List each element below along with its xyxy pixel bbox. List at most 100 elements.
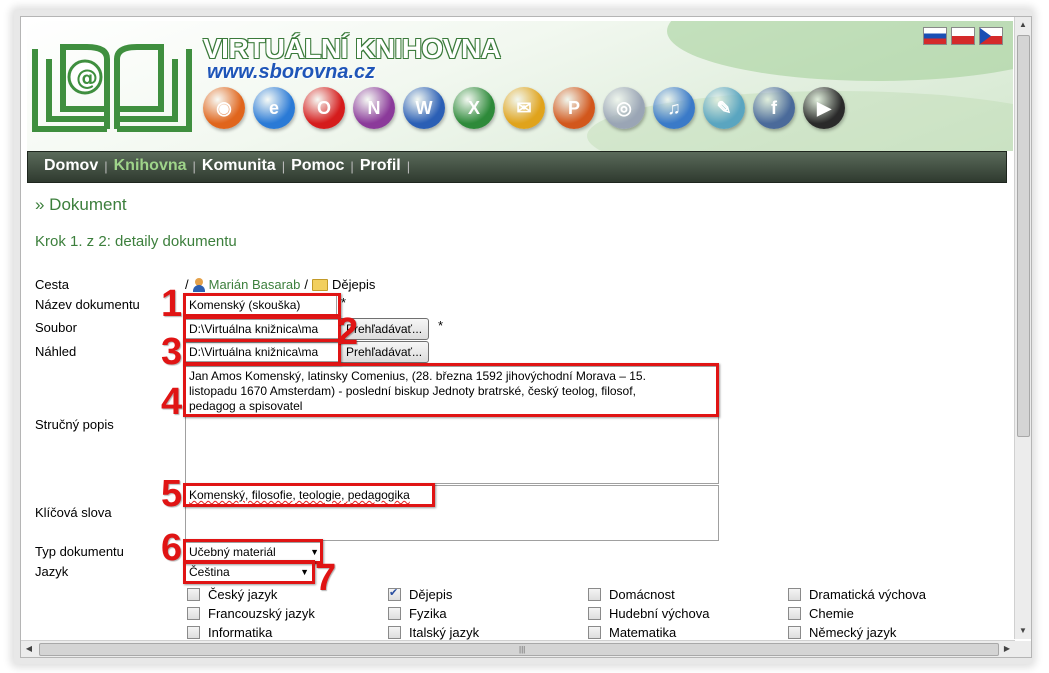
scroll-left-arrow-icon[interactable]: ◀ (21, 641, 37, 657)
annotation-box-5 (183, 483, 435, 507)
internet-explorer-icon[interactable]: e (253, 87, 295, 129)
required-marker: * (438, 318, 444, 333)
word-icon[interactable]: W (403, 87, 445, 129)
annotation-number-5: 5 (161, 473, 183, 515)
annotation-box-1 (183, 293, 341, 317)
language-flags (923, 27, 1003, 45)
nav-item-pomoc[interactable]: Pomoc (287, 157, 348, 177)
excel-icon[interactable]: X (453, 87, 495, 129)
nav-item-domov[interactable]: Domov (40, 157, 102, 177)
preview-label: Náhled (35, 344, 77, 359)
checkbox[interactable] (588, 607, 601, 620)
document-name-label: Název dokumentu (35, 297, 140, 312)
path-label: Cesta (35, 277, 69, 292)
polish-flag-icon[interactable] (951, 27, 975, 45)
checkbox[interactable] (388, 626, 401, 639)
avi-video-icon[interactable]: ▶ (803, 87, 845, 129)
subject-label: Hudební výchova (609, 606, 710, 621)
annotation-number-1: 1 (161, 283, 183, 325)
page-title: » Dokument (35, 195, 127, 214)
checkbox-checked[interactable] (388, 586, 401, 601)
user-icon (192, 277, 205, 292)
site-header: @ VIRTUÁLNÍ KNIHOVNA www.sborovna.cz ◉ e O… (27, 21, 1013, 151)
nav-item-profil[interactable]: Profil (356, 157, 405, 177)
powerpoint-icon[interactable]: P (553, 87, 595, 129)
file-label: Soubor (35, 320, 77, 335)
annotation-number-6: 6 (161, 527, 183, 569)
horizontal-scrollbar[interactable]: ◀ ||| ▶ (21, 640, 1015, 657)
scroll-right-arrow-icon[interactable]: ▶ (999, 641, 1015, 657)
description-label: Stručný popis (35, 417, 114, 432)
firefox-icon[interactable]: ◉ (203, 87, 245, 129)
keywords-label: Klíčová slova (35, 505, 112, 520)
outlook-icon[interactable]: ✉ (503, 87, 545, 129)
annotation-box-7 (183, 560, 315, 584)
feather-icon[interactable]: ✎ (703, 87, 745, 129)
checkbox[interactable] (588, 626, 601, 639)
subject-label: Dramatická výchova (809, 587, 927, 602)
checkbox[interactable] (788, 588, 801, 601)
subject-checkbox-item[interactable]: Chemie (788, 606, 854, 621)
breadcrumb-folder: Dějepis (332, 277, 376, 292)
cd-icon[interactable]: ◎ (603, 87, 645, 129)
annotation-number-2: 2 (337, 311, 359, 353)
checkbox[interactable] (788, 607, 801, 620)
subject-label: Dějepis (409, 587, 453, 602)
subject-label: Fyzika (409, 606, 447, 621)
scroll-down-arrow-icon[interactable]: ▼ (1015, 623, 1031, 639)
flash-icon[interactable]: f (753, 87, 795, 129)
checkbox[interactable] (588, 588, 601, 601)
browser-viewport: @ VIRTUÁLNÍ KNIHOVNA www.sborovna.cz ◉ e O… (20, 16, 1032, 658)
subject-label: Chemie (809, 606, 854, 621)
subject-checkbox-item[interactable]: Matematika (588, 625, 676, 640)
subject-checkbox-item[interactable]: Dramatická výchova (788, 587, 926, 602)
checkbox[interactable] (187, 588, 200, 601)
onenote-icon[interactable]: N (353, 87, 395, 129)
subject-label: Matematika (609, 625, 677, 640)
subject-label: Informatika (208, 625, 273, 640)
breadcrumb-user-link[interactable]: Marián Basarab (209, 277, 301, 292)
vertical-scrollbar[interactable]: ▲ ▼ (1014, 17, 1031, 639)
annotation-box-3 (183, 339, 341, 365)
subject-checkbox-item[interactable]: Hudební výchova (588, 606, 709, 621)
subject-checkbox-item[interactable]: Francouzský jazyk (187, 606, 315, 621)
book-logo-icon[interactable]: @ (27, 29, 197, 139)
scroll-up-arrow-icon[interactable]: ▲ (1015, 17, 1031, 33)
annotation-number-4: 4 (161, 381, 183, 423)
nav-item-knihovna[interactable]: Knihovna (110, 157, 191, 177)
application-icons: ◉ e O N W X ✉ P ◎ ♫ ✎ f ▶ (203, 87, 845, 129)
subject-checkbox-item[interactable]: Domácnost (588, 587, 675, 602)
subject-checkbox-item[interactable]: Dějepis (388, 586, 453, 602)
annotation-box-4 (183, 363, 719, 417)
subject-checkbox-item[interactable]: Fyzika (388, 606, 447, 621)
language-label: Jazyk (35, 564, 69, 579)
checkbox[interactable] (187, 626, 200, 639)
subject-checkbox-item[interactable]: Italský jazyk (388, 625, 479, 640)
subject-checkbox-item[interactable]: Informatika (187, 625, 272, 640)
subject-label: Český jazyk (208, 587, 278, 602)
checkbox[interactable] (388, 607, 401, 620)
site-url[interactable]: www.sborovna.cz (207, 61, 375, 84)
folder-icon (312, 278, 329, 291)
checkbox[interactable] (187, 607, 200, 620)
music-icon[interactable]: ♫ (653, 87, 695, 129)
step-heading: Krok 1. z 2: detaily dokumentu (35, 233, 237, 250)
annotation-number-7: 7 (315, 557, 337, 599)
checkbox[interactable] (788, 626, 801, 639)
nav-item-komunita[interactable]: Komunita (198, 157, 280, 177)
czech-flag-icon[interactable] (979, 27, 1003, 45)
horizontal-scroll-thumb[interactable]: ||| (39, 643, 999, 656)
opera-icon[interactable]: O (303, 87, 345, 129)
svg-text:@: @ (76, 66, 98, 91)
slovak-flag-icon[interactable] (923, 27, 947, 45)
vertical-scroll-thumb[interactable] (1017, 35, 1030, 437)
required-marker: * (341, 295, 347, 310)
subject-label: Domácnost (609, 587, 675, 602)
subject-label: Italský jazyk (409, 625, 480, 640)
subject-checkbox-item[interactable]: Německý jazyk (788, 625, 896, 640)
annotation-number-3: 3 (161, 331, 183, 373)
subject-label: Francouzský jazyk (208, 606, 315, 621)
main-navigation: Domov | Knihovna | Komunita | Pomoc | Profil | (27, 151, 1007, 183)
subject-label: Německý jazyk (809, 625, 897, 640)
subject-checkbox-item[interactable]: Český jazyk (187, 587, 277, 602)
